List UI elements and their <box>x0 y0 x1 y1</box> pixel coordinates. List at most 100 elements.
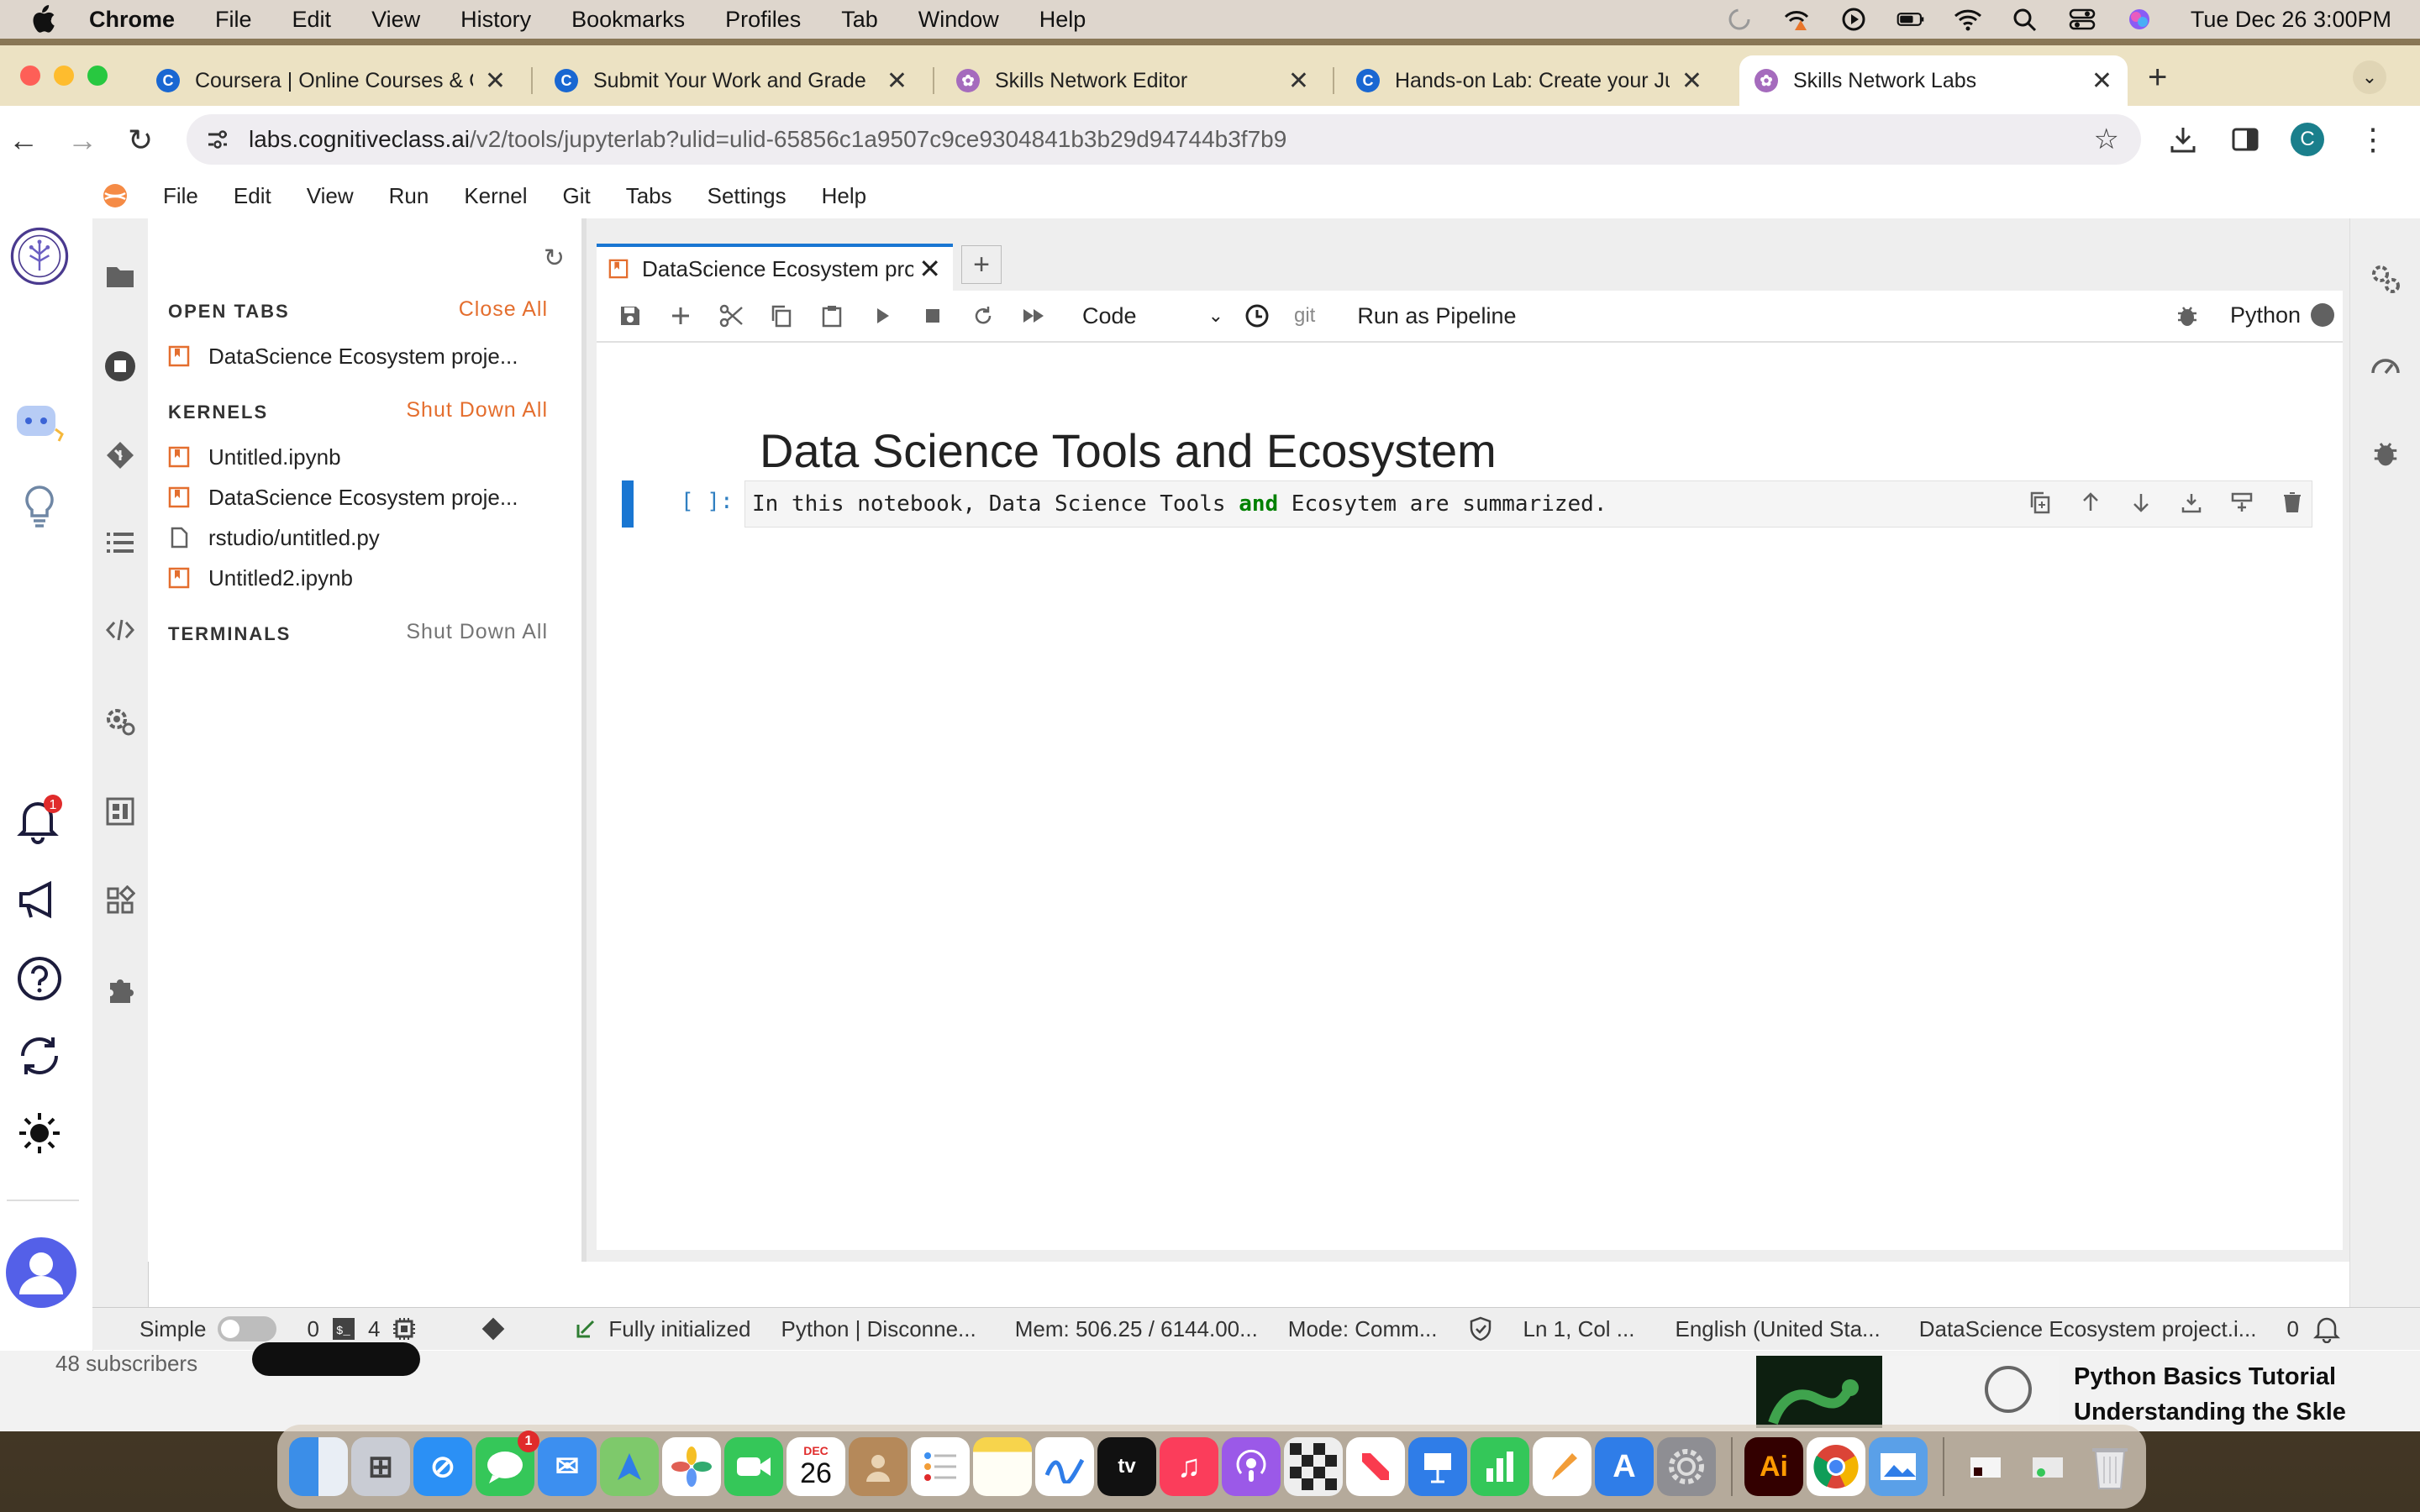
search-icon[interactable] <box>2011 7 2039 32</box>
apple-tv-icon[interactable]: tv <box>1097 1437 1156 1496</box>
close-icon[interactable]: ✕ <box>918 253 941 285</box>
minimize-window-button[interactable] <box>54 66 74 86</box>
kernel-item[interactable]: DataScience Ecosystem proje... <box>168 480 518 514</box>
menubar-profiles[interactable]: Profiles <box>725 7 801 33</box>
notifications-bell-icon[interactable]: 1 <box>10 790 69 848</box>
preview-icon[interactable] <box>1869 1437 1928 1496</box>
save-icon[interactable] <box>613 299 647 333</box>
run-icon[interactable] <box>865 299 899 333</box>
browser-tab-skills-labs[interactable]: ✿ Skills Network Labs ✕ <box>1739 55 2128 106</box>
illustrator-minimized-window-icon[interactable] <box>1956 1437 2015 1496</box>
siri-icon[interactable] <box>2125 7 2154 32</box>
notifications-bell-icon[interactable] <box>2312 1315 2341 1343</box>
browser-tab-skills-editor[interactable]: ✿ Skills Network Editor ✕ <box>941 55 1324 106</box>
cut-icon[interactable] <box>714 299 748 333</box>
sync-icon[interactable] <box>10 1026 69 1085</box>
menubar-app-name[interactable]: Chrome <box>89 7 175 33</box>
jl-menu-kernel[interactable]: Kernel <box>464 183 527 209</box>
video-title[interactable]: Python Basics Tutorial Understanding the… <box>2074 1359 2346 1430</box>
freeform-icon[interactable] <box>1035 1437 1094 1496</box>
jl-menu-tabs[interactable]: Tabs <box>626 183 672 209</box>
reload-icon[interactable]: ↻ <box>128 123 153 158</box>
safari-icon[interactable]: ⊘ <box>413 1437 472 1496</box>
menubar-window[interactable]: Window <box>918 7 999 33</box>
profile-avatar[interactable]: C <box>2291 121 2324 158</box>
podcasts-icon[interactable] <box>1222 1437 1281 1496</box>
kernel-item[interactable]: Untitled.ipynb <box>168 440 341 474</box>
simple-mode-toggle[interactable]: Simple <box>139 1316 277 1342</box>
runtime-settings-icon[interactable] <box>103 704 137 738</box>
adobe-illustrator-icon[interactable]: Ai <box>1744 1437 1803 1496</box>
git-diff-button[interactable]: git <box>1294 304 1315 328</box>
play-icon[interactable] <box>1839 7 1868 32</box>
paste-icon[interactable] <box>815 299 849 333</box>
maps-icon[interactable] <box>600 1437 659 1496</box>
folder-icon[interactable] <box>103 260 137 294</box>
video-thumbnail[interactable] <box>1756 1356 2059 1428</box>
bookmark-star-icon[interactable]: ☆ <box>2094 123 2119 156</box>
pages-icon[interactable] <box>1533 1437 1591 1496</box>
lightbulb-icon[interactable] <box>10 477 69 536</box>
browser-tab-coursera[interactable]: C Coursera | Online Courses & C ✕ <box>141 55 521 106</box>
trusted-shield-icon[interactable] <box>1468 1316 1493 1341</box>
control-center-icon[interactable] <box>2068 7 2096 32</box>
close-window-button[interactable] <box>20 66 40 86</box>
megaphone-icon[interactable] <box>10 870 69 929</box>
jl-menu-run[interactable]: Run <box>389 183 429 209</box>
duplicate-cell-icon[interactable] <box>2023 486 2057 519</box>
cell-type-select[interactable]: Code ⌄ <box>1082 303 1223 329</box>
theme-sun-icon[interactable] <box>10 1104 69 1163</box>
kernel-item[interactable]: Untitled2.ipynb <box>168 561 353 595</box>
copy-icon[interactable] <box>765 299 798 333</box>
back-arrow-icon[interactable]: ← <box>8 123 39 158</box>
property-inspector-gears-icon[interactable] <box>2367 260 2404 297</box>
run-as-pipeline-button[interactable]: Run as Pipeline <box>1357 303 1516 329</box>
menubar-tab[interactable]: Tab <box>841 7 878 33</box>
menubar-history[interactable]: History <box>460 7 531 33</box>
restart-icon[interactable] <box>966 299 1000 333</box>
menubar-edit[interactable]: Edit <box>292 7 332 33</box>
battery-icon[interactable] <box>1897 7 1925 32</box>
messages-icon[interactable]: 1 <box>476 1431 539 1496</box>
browser-tab-submit[interactable]: C Submit Your Work and Grade ✕ <box>539 55 923 106</box>
app-store-icon[interactable]: A <box>1595 1437 1654 1496</box>
photos-icon[interactable] <box>662 1437 721 1496</box>
jl-menu-git[interactable]: Git <box>562 183 590 209</box>
delete-cell-icon[interactable] <box>2275 486 2309 519</box>
menubar-bookmarks[interactable]: Bookmarks <box>571 7 685 33</box>
vpn-warning-icon[interactable] <box>1782 7 1811 32</box>
insert-below-icon[interactable] <box>2225 486 2259 519</box>
stop-icon[interactable] <box>916 299 950 333</box>
kernels-shut-down-all-button[interactable]: Shut Down All <box>406 398 548 423</box>
jl-menu-view[interactable]: View <box>307 183 354 209</box>
contacts-icon[interactable] <box>849 1437 908 1496</box>
mail-icon[interactable]: ✉ <box>538 1437 597 1496</box>
close-icon[interactable]: ✕ <box>1681 66 1702 96</box>
kernel-connection-status[interactable]: Python | Disconne... <box>781 1316 976 1342</box>
system-settings-icon[interactable] <box>1657 1437 1716 1496</box>
kernel-item[interactable]: rstudio/untitled.py <box>168 521 380 554</box>
debugger-bug-icon[interactable] <box>2367 435 2404 472</box>
messages-minimized-window-icon[interactable] <box>2018 1437 2077 1496</box>
notes-icon[interactable] <box>973 1437 1032 1496</box>
kernel-name-button[interactable]: Python <box>2230 302 2301 328</box>
zoom-window-button[interactable] <box>87 66 108 86</box>
side-panel-icon[interactable] <box>2230 121 2260 158</box>
ai-assistant-icon[interactable] <box>10 395 69 454</box>
menubar-view[interactable]: View <box>371 7 420 33</box>
refresh-icon[interactable]: ↻ <box>544 244 565 273</box>
numbers-icon[interactable] <box>1470 1437 1529 1496</box>
fast-forward-icon[interactable] <box>1017 299 1050 333</box>
chess-icon[interactable] <box>1284 1437 1343 1496</box>
tab-search-button[interactable]: ⌄ <box>2353 60 2386 94</box>
git-status-icon[interactable] <box>481 1316 506 1341</box>
git-icon[interactable] <box>103 438 137 472</box>
news-icon[interactable] <box>1346 1437 1405 1496</box>
apple-icon[interactable] <box>30 5 55 34</box>
resource-usage-gauge-icon[interactable] <box>2367 348 2404 385</box>
site-info-icon[interactable] <box>205 127 230 152</box>
menubar-clock[interactable]: Tue Dec 26 3:00PM <box>2191 7 2391 33</box>
code-snippets-icon[interactable] <box>103 613 137 647</box>
skills-network-logo-icon[interactable] <box>10 227 69 286</box>
table-of-contents-icon[interactable] <box>103 526 137 559</box>
